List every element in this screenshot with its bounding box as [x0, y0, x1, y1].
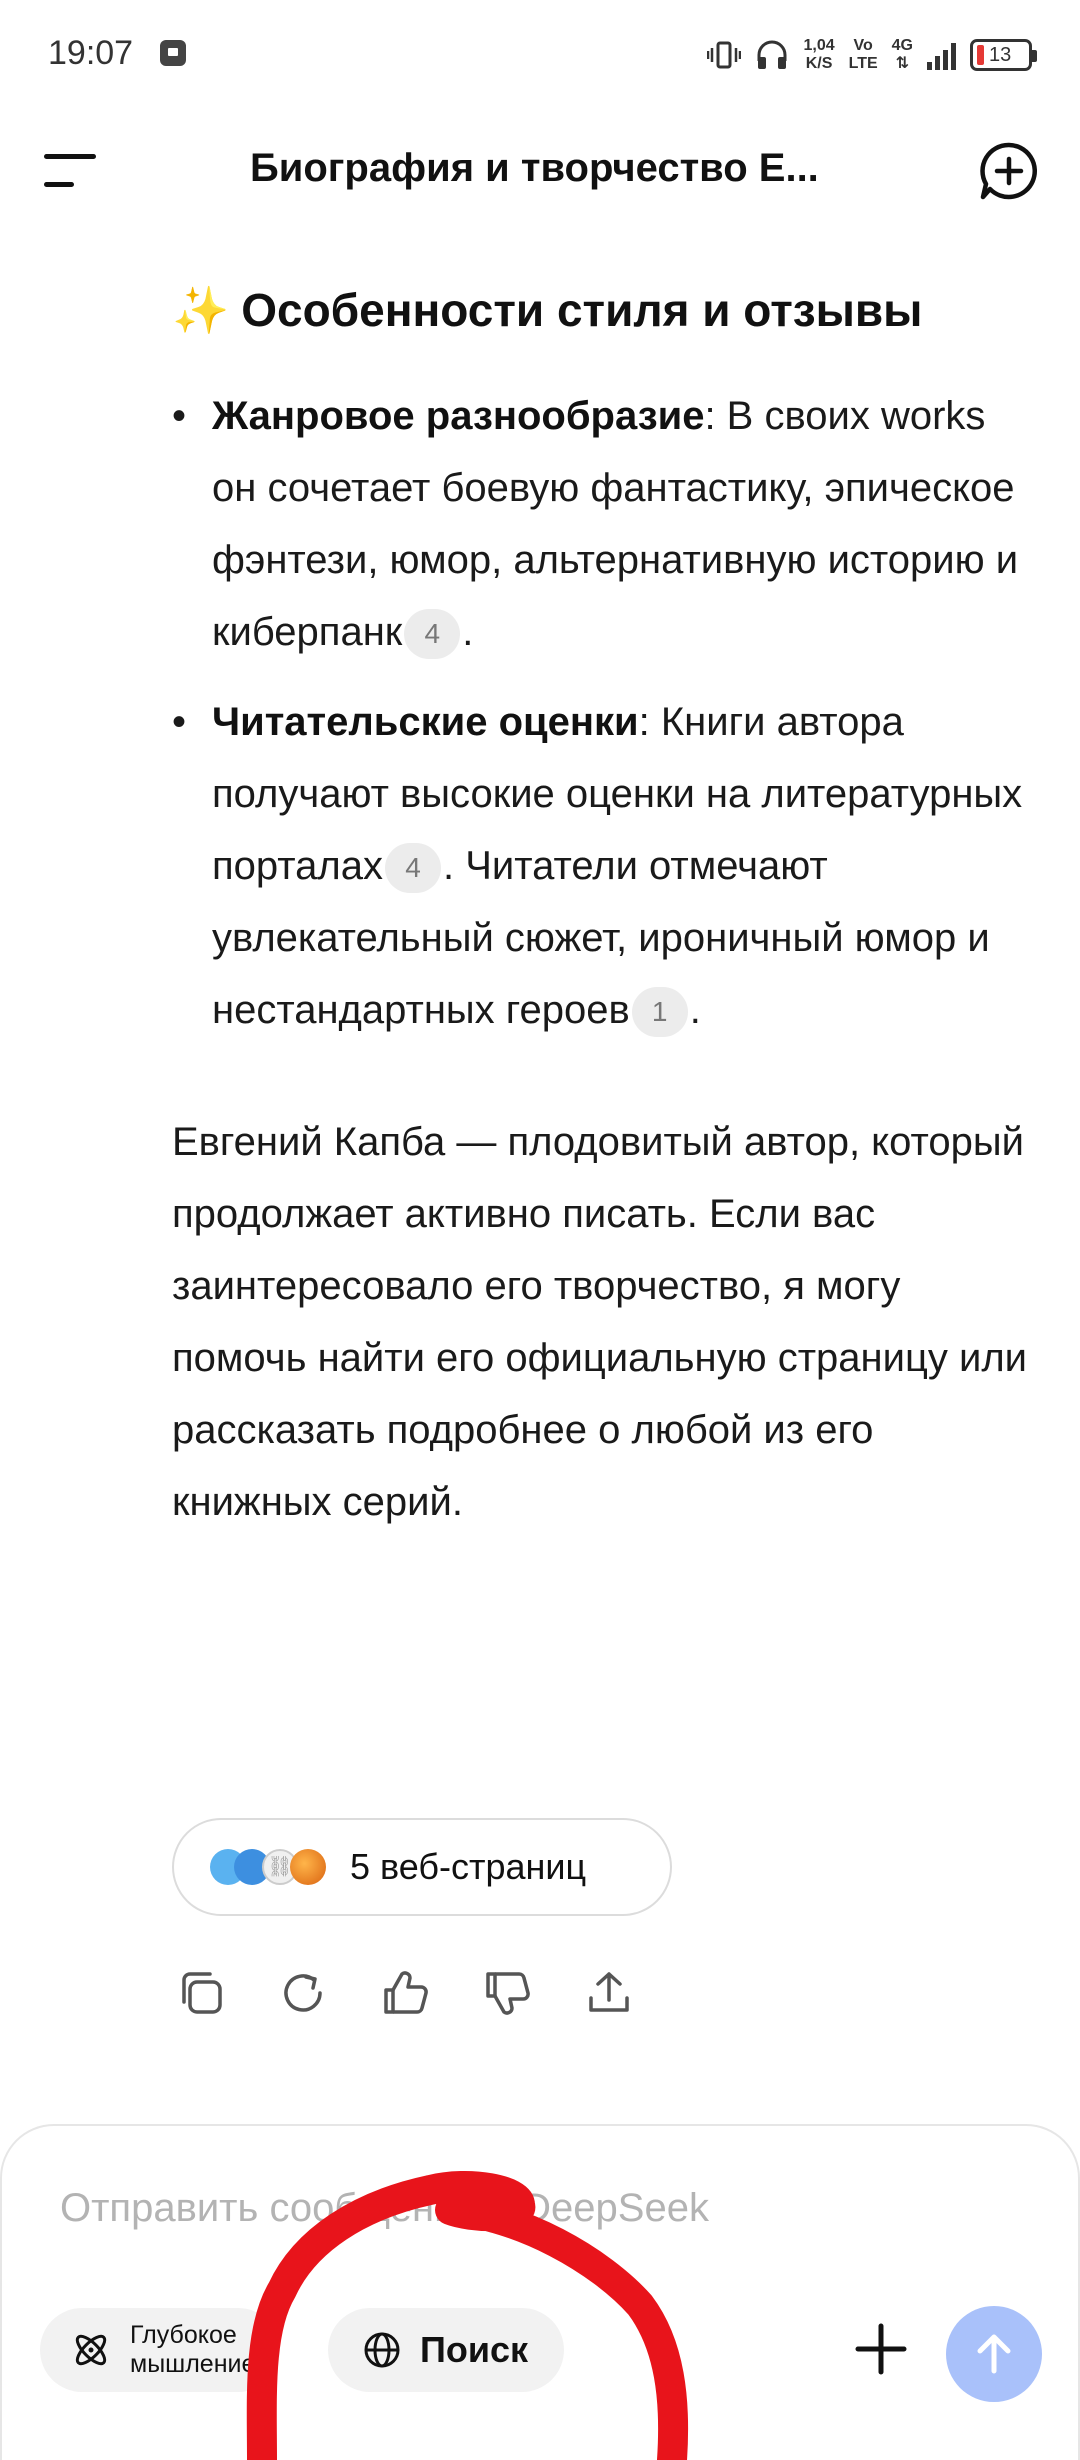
copy-icon[interactable] — [176, 1968, 226, 2018]
signal-icon — [927, 40, 956, 70]
deep-think-label: Глубокое мышление — [130, 2321, 256, 2378]
citation-badge[interactable]: 1 — [631, 987, 688, 1038]
headphones-icon — [757, 40, 787, 69]
bullet-end: . — [689, 988, 701, 1032]
bullet-end: . — [462, 610, 474, 654]
battery-icon: 13 — [970, 39, 1037, 71]
dislike-icon[interactable] — [482, 1968, 532, 2018]
source-favicon-icon — [290, 1849, 326, 1885]
source-favicons: ⛓ — [210, 1847, 350, 1887]
network-gen: 4G ⇅ — [892, 37, 913, 73]
assistant-message: ✨ Особенности стиля и отзывы Жанровое ра… — [172, 280, 1032, 1538]
new-chat-icon[interactable] — [978, 140, 1040, 202]
data-arrows-icon: ⇅ — [895, 55, 910, 72]
bullet-bold: Читательские оценки — [212, 700, 639, 744]
sources-label: 5 веб-страниц — [350, 1846, 587, 1887]
sources-button[interactable]: ⛓ 5 веб-страниц — [172, 1818, 672, 1916]
volte-top: Vo — [853, 37, 873, 54]
battery-fill — [977, 45, 984, 65]
search-button[interactable]: Поиск — [328, 2308, 564, 2392]
message-actions — [176, 1968, 634, 2018]
chat-title: Биография и творчество Е... — [250, 146, 819, 190]
regenerate-icon[interactable] — [278, 1968, 328, 2018]
message-composer: Глубокое мышление Поиск — [0, 2124, 1080, 2460]
search-label: Поиск — [420, 2329, 529, 2370]
citation-badge[interactable]: 4 — [404, 609, 461, 660]
like-icon[interactable] — [380, 1968, 430, 2018]
app-notification-icon — [160, 40, 186, 66]
list-item: Жанровое разнообразие: В своих works он … — [172, 380, 1032, 668]
atom-icon — [75, 2334, 107, 2366]
deep-think-button[interactable]: Глубокое мышление — [40, 2308, 280, 2392]
volte-bottom: LTE — [848, 55, 878, 72]
net-speed-value: 1,04 — [803, 37, 835, 54]
battery-level: 13 — [989, 43, 1012, 66]
menu-icon[interactable] — [44, 150, 100, 194]
network-speed: 1,04 K/S — [803, 37, 834, 73]
send-button[interactable] — [946, 2306, 1042, 2402]
bullet-bold: Жанровое разнообразие — [212, 394, 705, 438]
closing-paragraph: Евгений Капба — плодовитый автор, которы… — [172, 1120, 1028, 1524]
status-time: 19:07 — [48, 34, 134, 72]
arrow-up-icon — [977, 2334, 1011, 2374]
globe-icon — [364, 2332, 400, 2368]
citation-badge[interactable]: 4 — [384, 843, 441, 894]
status-indicators: 1,04 K/S Vo LTE 4G ⇅ 13 — [707, 30, 1037, 80]
list-item: Читательские оценки: Книги автора получа… — [172, 686, 1032, 1046]
net-speed-unit: K/S — [805, 55, 833, 72]
vibrate-icon — [707, 41, 742, 69]
sparkle-icon: ✨ — [172, 284, 230, 336]
section-heading: ✨ Особенности стиля и отзывы — [172, 280, 1032, 340]
app-header: Биография и творчество Е... — [0, 110, 1080, 230]
volte-indicator: Vo LTE — [849, 37, 878, 73]
status-bar: 19:07 1,04 K/S Vo LTE 4G ⇅ 13 — [0, 0, 1080, 110]
net-gen-label: 4G — [891, 37, 913, 54]
bullet-list: Жанровое разнообразие: В своих works он … — [172, 380, 1032, 1046]
section-heading-text: Особенности стиля и отзывы — [241, 284, 923, 336]
plus-icon[interactable] — [848, 2316, 914, 2382]
share-icon[interactable] — [584, 1968, 634, 2018]
message-input[interactable] — [60, 2186, 960, 2231]
